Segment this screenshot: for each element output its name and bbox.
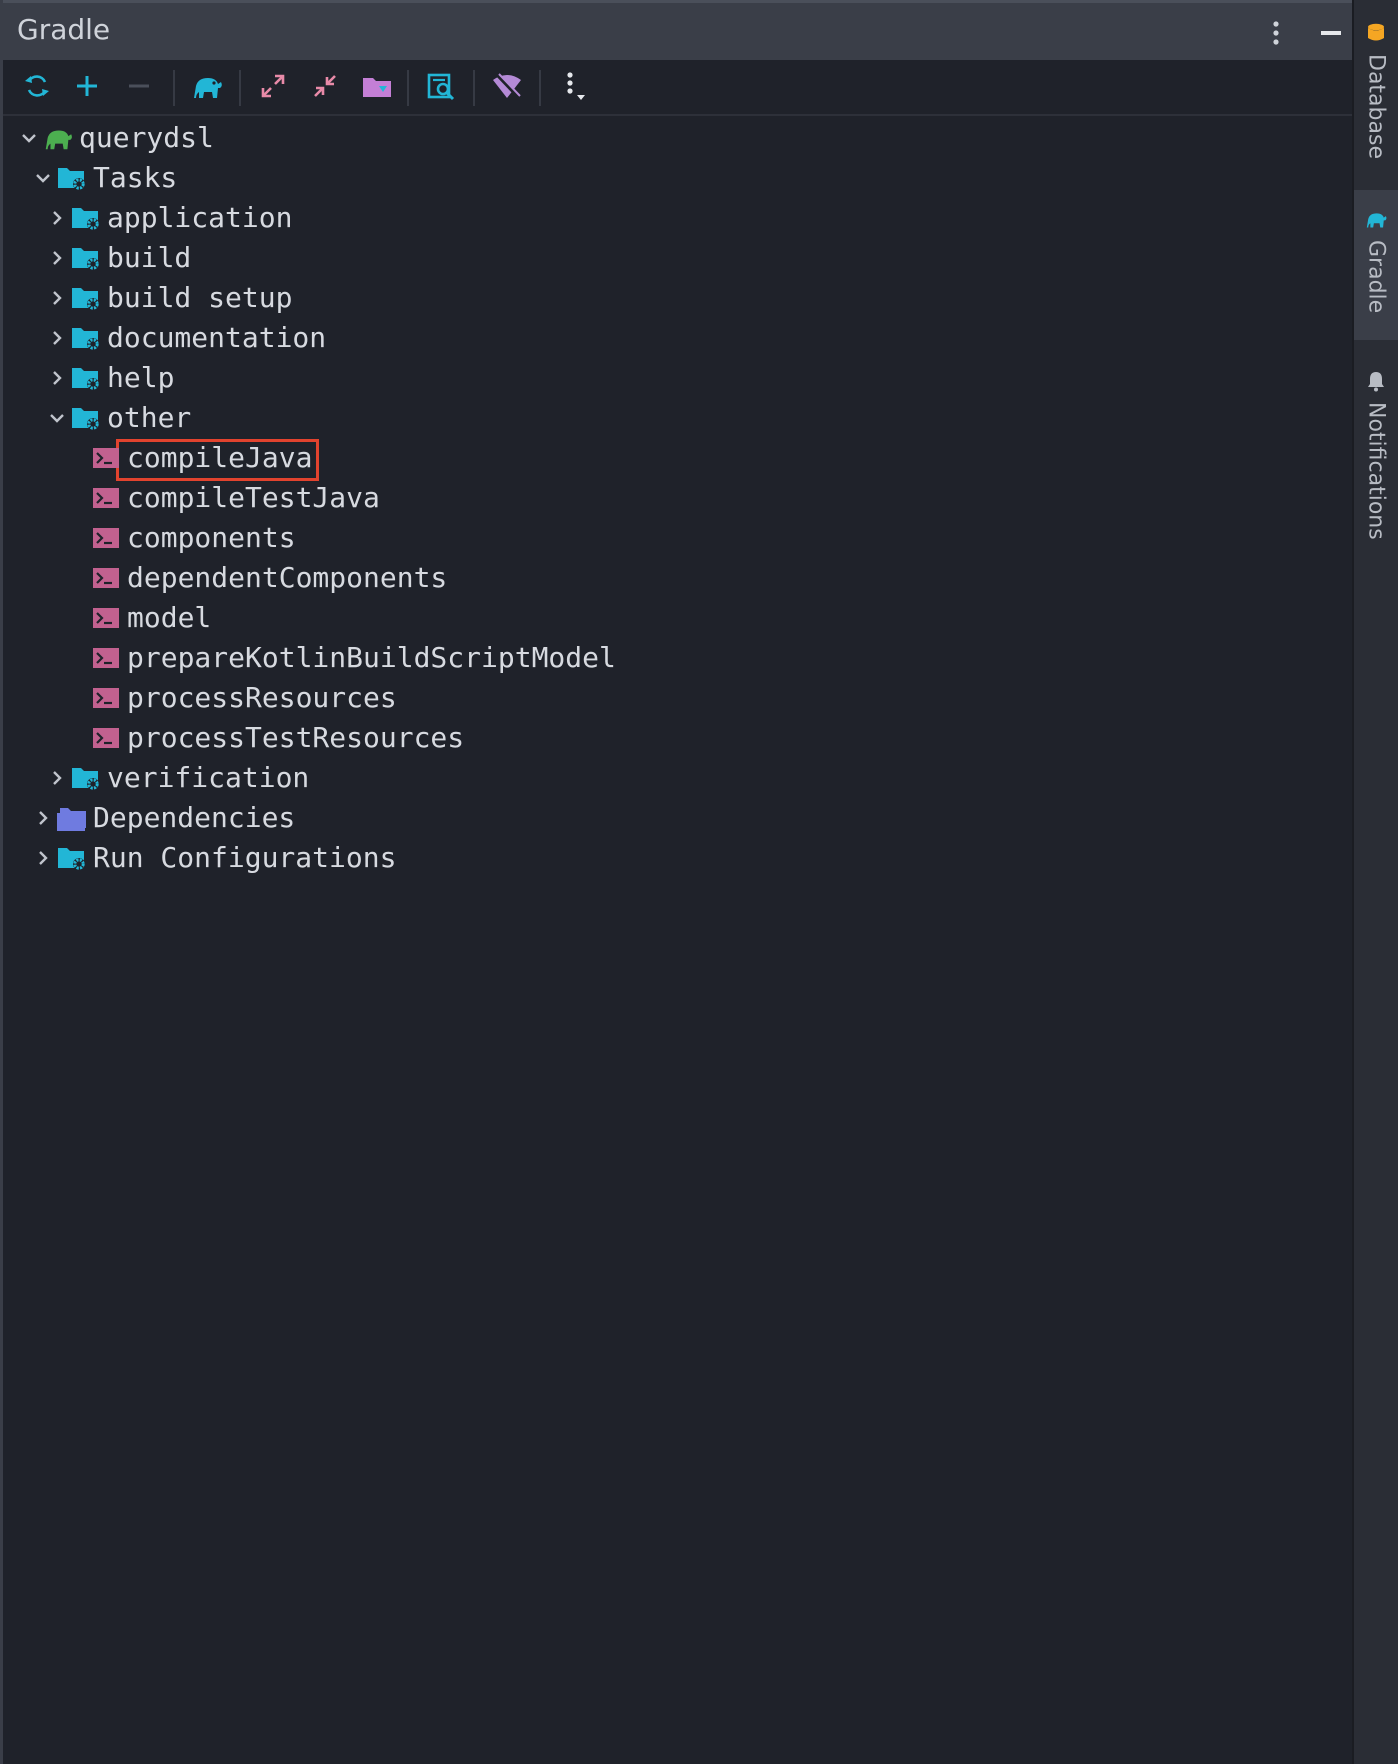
chevron-down-icon[interactable] [17, 118, 41, 158]
task-terminal-icon [89, 638, 123, 678]
add-icon[interactable] [67, 66, 107, 106]
gradle-project-icon [41, 118, 75, 158]
tree-item-task[interactable]: compileJava [89, 438, 312, 478]
right-tool-strip: Database Gradle Notifications [1352, 0, 1398, 1764]
task-folder-icon [69, 758, 103, 798]
toolbar [3, 60, 1355, 116]
task-terminal-icon [89, 558, 123, 598]
tree-item-task[interactable]: processTestResources [89, 718, 464, 758]
tree-item-task[interactable]: components [89, 518, 296, 558]
collapse-all-icon[interactable] [305, 66, 345, 106]
tree-item-label: processResources [127, 681, 397, 714]
analyze-icon[interactable] [421, 66, 461, 106]
task-terminal-icon [89, 438, 123, 478]
minimize-icon[interactable] [1319, 17, 1343, 49]
tree-item-label: build setup [107, 281, 293, 314]
chevron-right-icon[interactable] [31, 838, 55, 878]
tree-item-label: Run Configurations [93, 841, 397, 874]
tree-item-label: processTestResources [127, 721, 465, 754]
chevron-right-icon[interactable] [45, 358, 69, 398]
chevron-right-icon[interactable] [45, 758, 69, 798]
tree-item-label: application [107, 201, 293, 234]
toolbar-separator [539, 70, 541, 106]
toolbar-separator [473, 70, 475, 106]
tool-window-title: Gradle [17, 13, 111, 46]
tab-database[interactable]: Database [1354, 22, 1398, 159]
tree-item-label: components [127, 521, 296, 554]
tool-window-header: Gradle [3, 0, 1355, 60]
tree-item-dependencies[interactable]: Dependencies [31, 798, 295, 838]
tree-item-label: querydsl [79, 121, 214, 154]
tree-item-tasks[interactable]: Tasks [31, 158, 177, 198]
chevron-down-icon[interactable] [31, 158, 55, 198]
tree-item-label: other [107, 401, 192, 434]
task-terminal-icon [89, 678, 123, 718]
tree-item-label: prepareKotlinBuildScriptModel [127, 641, 616, 674]
tab-label: Notifications [1363, 402, 1389, 540]
chevron-right-icon[interactable] [45, 318, 69, 358]
tree-item-documentation[interactable]: documentation [45, 318, 326, 358]
task-folder-icon [69, 278, 103, 318]
database-icon [1365, 22, 1387, 48]
tree-item-run-configurations[interactable]: Run Configurations [31, 838, 396, 878]
chevron-right-icon[interactable] [45, 198, 69, 238]
tree-item-label: help [107, 361, 175, 394]
tree-item-querydsl[interactable]: querydsl [17, 118, 214, 158]
task-folder-icon [55, 158, 89, 198]
tree-item-task[interactable]: model [89, 598, 211, 638]
refresh-icon[interactable] [17, 66, 57, 106]
tree-item-verification[interactable]: verification [45, 758, 309, 798]
gradle-tool-window: Gradle querydsl Tasks application build … [0, 0, 1355, 1764]
toolbar-separator [173, 70, 175, 106]
bell-icon [1365, 370, 1387, 396]
tree-item-task[interactable]: prepareKotlinBuildScriptModel [89, 638, 616, 678]
task-terminal-icon [89, 518, 123, 558]
task-folder-icon [69, 198, 103, 238]
offline-mode-icon[interactable] [487, 66, 527, 106]
task-terminal-icon [89, 478, 123, 518]
tree-item-task[interactable]: compileTestJava [89, 478, 380, 518]
tree-item-label: documentation [107, 321, 327, 354]
toolbar-separator [239, 70, 241, 106]
tree-item-label: compileJava [127, 441, 313, 474]
tree-item-task[interactable]: dependentComponents [89, 558, 447, 598]
tree-item-label: build [107, 241, 192, 274]
chevron-right-icon[interactable] [45, 278, 69, 318]
open-folder-icon[interactable] [357, 66, 397, 106]
tree-item-application[interactable]: application [45, 198, 292, 238]
tree-item-label: compileTestJava [127, 481, 380, 514]
options-icon[interactable] [555, 66, 595, 106]
tree-item-label: Tasks [93, 161, 178, 194]
tree-item-label: Dependencies [93, 801, 296, 834]
task-terminal-icon [89, 718, 123, 758]
gradle-elephant-icon[interactable] [187, 66, 227, 106]
tab-notifications[interactable]: Notifications [1354, 370, 1398, 540]
tree-item-task[interactable]: processResources [89, 678, 397, 718]
task-folder-icon [69, 398, 103, 438]
toolbar-separator [407, 70, 409, 106]
gradle-elephant-icon [1364, 208, 1388, 234]
task-terminal-icon [89, 598, 123, 638]
expand-all-icon[interactable] [253, 66, 293, 106]
chevron-down-icon[interactable] [45, 398, 69, 438]
tree-item-label: model [127, 601, 212, 634]
remove-icon[interactable] [119, 66, 159, 106]
tree-item-build[interactable]: build [45, 238, 191, 278]
tree-item-label: dependentComponents [127, 561, 448, 594]
tree-item-build-setup[interactable]: build setup [45, 278, 292, 318]
tab-gradle[interactable]: Gradle [1354, 190, 1398, 340]
tree-item-other[interactable]: other [45, 398, 191, 438]
task-folder-icon [69, 238, 103, 278]
task-folder-icon [69, 358, 103, 398]
library-folder-icon [55, 798, 89, 838]
chevron-right-icon[interactable] [45, 238, 69, 278]
task-folder-icon [69, 318, 103, 358]
more-options-icon[interactable] [1269, 17, 1283, 49]
tree-item-help[interactable]: help [45, 358, 174, 398]
tree-item-label: verification [107, 761, 310, 794]
tab-label: Gradle [1363, 240, 1389, 314]
tab-label: Database [1363, 54, 1389, 159]
chevron-right-icon[interactable] [31, 798, 55, 838]
task-folder-icon [55, 838, 89, 878]
